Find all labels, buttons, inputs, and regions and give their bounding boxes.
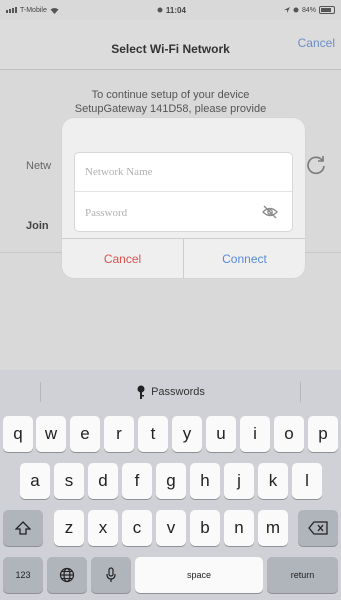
alert-connect-button[interactable]: Connect: [184, 239, 305, 278]
key-r[interactable]: r: [104, 416, 134, 452]
space-key[interactable]: space: [135, 557, 263, 593]
battery-percent: 84%: [301, 6, 316, 14]
key-d[interactable]: d: [88, 463, 118, 499]
password-field[interactable]: Password: [75, 193, 292, 232]
alarm-icon: [293, 7, 299, 13]
key-s[interactable]: s: [54, 463, 84, 499]
dictation-key[interactable]: [91, 557, 131, 593]
microphone-icon: [106, 567, 116, 582]
delete-key[interactable]: [298, 510, 338, 546]
instructions-line-1: To continue setup of your device: [91, 89, 250, 101]
time-dot-icon: [157, 7, 163, 13]
key-l[interactable]: l: [292, 463, 322, 499]
eye-slash-icon[interactable]: [262, 205, 278, 219]
key-y[interactable]: y: [172, 416, 202, 452]
status-time: 11:04: [165, 5, 186, 15]
key-z[interactable]: z: [54, 510, 84, 546]
nav-bar: Select Wi-Fi Network Cancel: [0, 20, 341, 70]
key-icon: [137, 385, 145, 399]
keyboard: Passwords q w e r t y u i o p a s d f g …: [0, 370, 341, 600]
network-name-placeholder: Network Name: [85, 166, 153, 178]
key-a[interactable]: a: [20, 463, 50, 499]
numbers-key[interactable]: 123: [3, 557, 43, 593]
refresh-icon[interactable]: [305, 154, 327, 176]
suggestion-bar: Passwords: [0, 370, 341, 414]
key-j[interactable]: j: [224, 463, 254, 499]
key-e[interactable]: e: [70, 416, 100, 452]
password-placeholder: Password: [85, 206, 128, 219]
globe-key[interactable]: [47, 557, 87, 593]
signal-icon: [6, 7, 17, 13]
wifi-credentials-alert: Network Name Password Cancel Connect: [62, 118, 305, 278]
alert-cancel-button[interactable]: Cancel: [62, 239, 184, 278]
key-f[interactable]: f: [122, 463, 152, 499]
battery-icon: [318, 6, 335, 14]
key-q[interactable]: q: [3, 416, 33, 452]
instructions-line-2: SetupGateway 141D58, please provide: [74, 103, 267, 115]
key-o[interactable]: o: [274, 416, 304, 452]
network-name-field[interactable]: Network Name: [75, 153, 292, 192]
key-v[interactable]: v: [156, 510, 186, 546]
key-n[interactable]: n: [224, 510, 254, 546]
passwords-suggestion[interactable]: Passwords: [136, 385, 205, 399]
setup-instructions: To continue setup of your device SetupGa…: [20, 88, 321, 116]
page-title: Select Wi-Fi Network: [111, 42, 230, 56]
alert-fields: Network Name Password: [74, 152, 293, 232]
location-icon: [283, 7, 290, 13]
backspace-icon: [308, 521, 328, 535]
globe-icon: [59, 567, 75, 583]
key-u[interactable]: u: [206, 416, 236, 452]
nav-cancel-button[interactable]: Cancel: [298, 36, 335, 50]
wifi-icon: [50, 7, 59, 14]
suggestion-separator: [40, 382, 41, 402]
key-g[interactable]: g: [156, 463, 186, 499]
key-i[interactable]: i: [240, 416, 270, 452]
setup-page: T-Mobile 11:04 84% Select Wi-Fi Network …: [0, 0, 341, 600]
return-key[interactable]: return: [267, 557, 338, 593]
shift-icon: [15, 521, 31, 535]
key-m[interactable]: m: [258, 510, 288, 546]
passwords-label: Passwords: [151, 386, 205, 398]
alert-buttons: Cancel Connect: [62, 238, 305, 278]
join-network-label: Join: [26, 220, 49, 232]
key-t[interactable]: t: [138, 416, 168, 452]
shift-key[interactable]: [3, 510, 43, 546]
carrier-label: T-Mobile: [20, 6, 47, 14]
key-b[interactable]: b: [190, 510, 220, 546]
key-w[interactable]: w: [36, 416, 66, 452]
status-bar: T-Mobile 11:04 84%: [0, 0, 341, 20]
key-k[interactable]: k: [258, 463, 288, 499]
key-x[interactable]: x: [88, 510, 118, 546]
key-c[interactable]: c: [122, 510, 152, 546]
network-label: Netw: [26, 160, 52, 172]
suggestion-separator: [300, 382, 301, 402]
key-h[interactable]: h: [190, 463, 220, 499]
key-p[interactable]: p: [308, 416, 338, 452]
